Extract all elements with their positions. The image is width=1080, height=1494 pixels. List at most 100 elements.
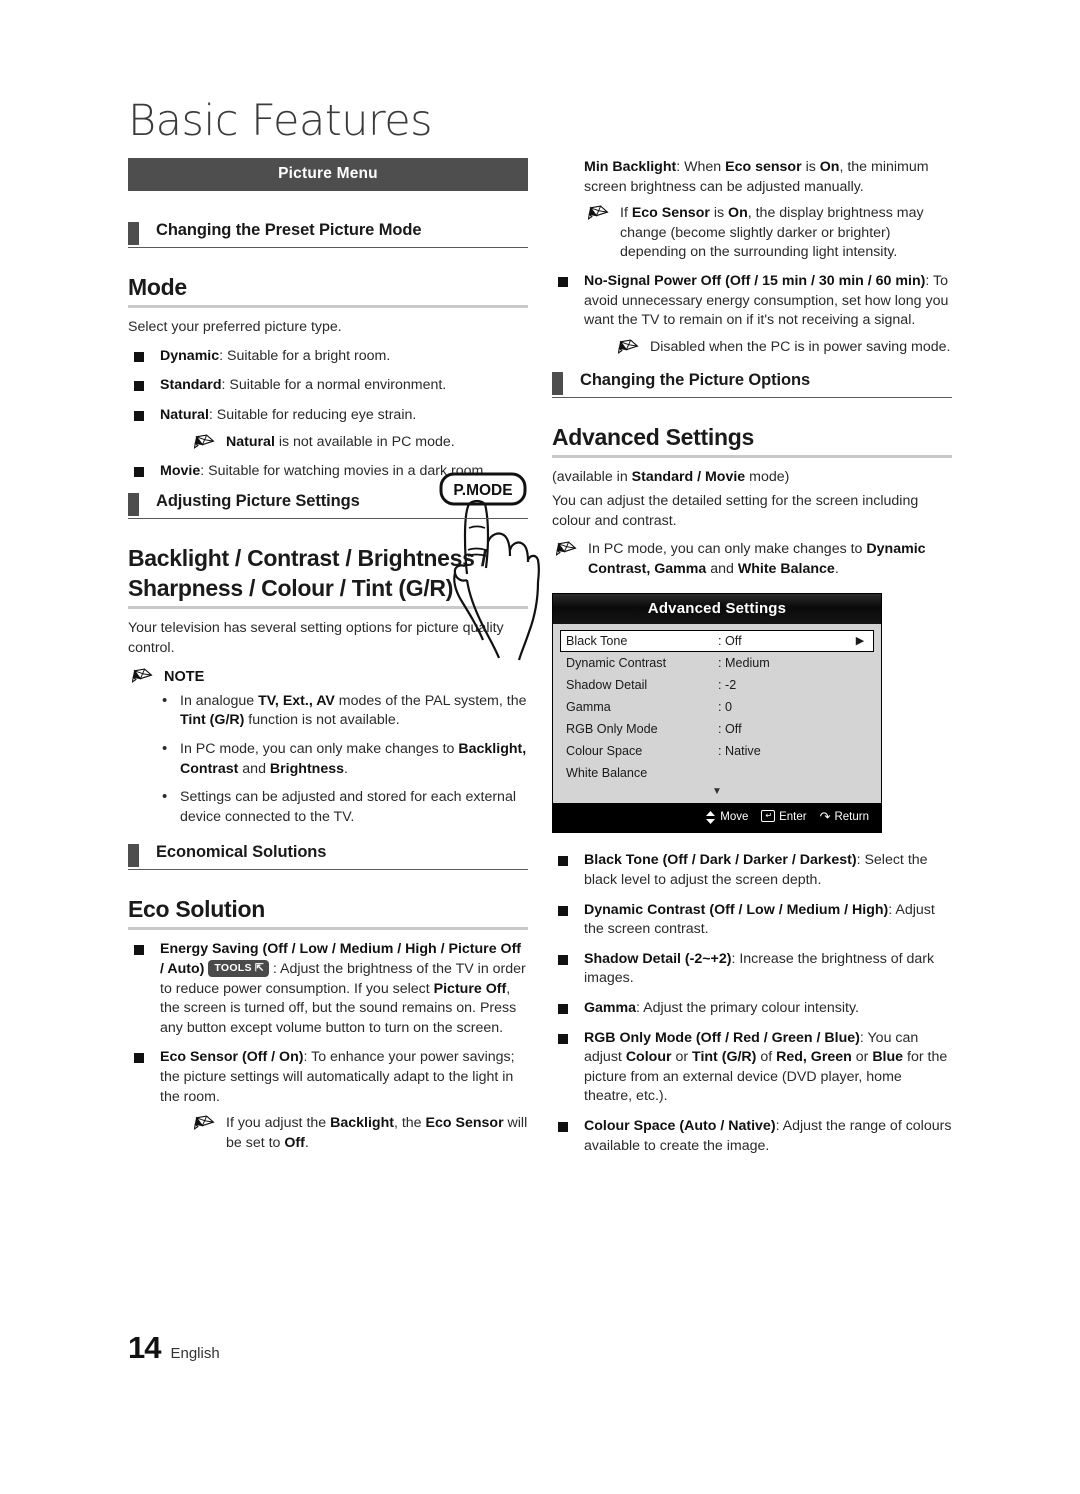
heading-advanced-settings: Advanced Settings bbox=[552, 424, 754, 451]
chevron-right-icon: ▶ bbox=[855, 634, 865, 647]
tools-badge-label: TOOLS bbox=[214, 962, 252, 974]
note-eco-sensor-text: If you adjust the Backlight, the Eco Sen… bbox=[226, 1115, 528, 1151]
list-item: Eco Sensor (Off / On): To enhance your p… bbox=[128, 1048, 528, 1153]
section-heading-economical-solutions: Economical Solutions bbox=[128, 843, 528, 871]
osd-row-label: Shadow Detail bbox=[566, 678, 648, 693]
list-item: Dynamic: Suitable for a bright room. bbox=[128, 347, 528, 367]
osd-footer-enter-label: Enter bbox=[779, 811, 807, 824]
note-no-signal: Disabled when the PC is in power saving … bbox=[614, 338, 952, 358]
term-colour-space: Colour Space (Auto / Native) bbox=[584, 1117, 776, 1134]
note-eco-sensor-brightness: If Eco Sensor is On, the display brightn… bbox=[584, 204, 952, 263]
osd-footer-move: Move bbox=[705, 810, 749, 824]
list-item: No-Signal Power Off (Off / 15 min / 30 m… bbox=[552, 272, 952, 357]
osd-row-value: : Native bbox=[718, 744, 761, 759]
note-natural-pc: Natural is not available in PC mode. bbox=[190, 433, 528, 453]
osd-row-label: Dynamic Contrast bbox=[566, 656, 667, 671]
manual-page: Basic Features Picture Menu Changing the… bbox=[0, 0, 1080, 1494]
advanced-options-list: Black Tone (Off / Dark / Darker / Darkes… bbox=[552, 851, 952, 1156]
osd-advanced-settings-menu: Advanced Settings Black Tone : Off ▶ Dyn… bbox=[552, 593, 882, 834]
osd-row[interactable]: Dynamic Contrast : Medium bbox=[560, 652, 874, 674]
section-heading-label: Changing the Picture Options bbox=[580, 371, 811, 390]
pencil-icon bbox=[588, 205, 609, 221]
list-item: Dynamic Contrast (Off / Low / Medium / H… bbox=[552, 901, 952, 940]
desc-natural: : Suitable for reducing eye strain. bbox=[208, 406, 417, 423]
osd-title: Advanced Settings bbox=[553, 594, 881, 625]
note-no-signal-text: Disabled when the PC is in power saving … bbox=[650, 338, 951, 355]
return-arrow-icon: ↷ bbox=[819, 809, 831, 825]
osd-row-value: : -2 bbox=[718, 678, 737, 693]
list-item: Colour Space (Auto / Native): Adjust the… bbox=[552, 1117, 952, 1156]
page-title: Basic Features bbox=[128, 96, 433, 146]
term-dynamic: Dynamic bbox=[160, 347, 220, 364]
osd-row[interactable]: Shadow Detail : -2 bbox=[560, 674, 874, 696]
pencil-icon bbox=[618, 339, 639, 354]
osd-row[interactable]: Black Tone : Off ▶ bbox=[560, 630, 874, 653]
page-language: English bbox=[170, 1345, 220, 1362]
term-rgb-only-mode: RGB Only Mode (Off / Red / Green / Blue) bbox=[584, 1029, 860, 1046]
section-tab-marker bbox=[552, 372, 563, 396]
section-tab-marker bbox=[128, 844, 139, 868]
term-movie: Movie bbox=[160, 463, 201, 480]
term-min-backlight: Min Backlight bbox=[584, 159, 677, 175]
osd-footer-return: ↷ Return bbox=[820, 809, 869, 825]
heading-rule bbox=[128, 305, 528, 309]
osd-row-label: RGB Only Mode bbox=[566, 722, 658, 737]
heading-rule bbox=[552, 455, 952, 459]
note-eco-sensor: If you adjust the Backlight, the Eco Sen… bbox=[190, 1114, 528, 1153]
section-heading-changing-preset-picture-mode: Changing the Preset Picture Mode bbox=[128, 221, 528, 248]
term-eco-sensor: Eco Sensor (Off / On) bbox=[160, 1049, 304, 1066]
osd-row[interactable]: RGB Only Mode : Off bbox=[560, 718, 874, 740]
list-item: In PC mode, you can only make changes to… bbox=[154, 739, 528, 779]
term-black-tone: Black Tone (Off / Dark / Darker / Darkes… bbox=[584, 852, 857, 869]
desc-standard: : Suitable for a normal environment. bbox=[221, 377, 447, 394]
desc-dynamic: : Suitable for a bright room. bbox=[219, 347, 391, 364]
pencil-icon bbox=[194, 433, 215, 449]
term-gamma: Gamma bbox=[584, 1000, 637, 1016]
osd-row-label: Colour Space bbox=[566, 744, 643, 759]
osd-row[interactable]: White Balance bbox=[560, 762, 874, 784]
osd-footer-enter: ↵ Enter bbox=[761, 810, 807, 824]
osd-scroll-down-icon[interactable]: ▼ bbox=[560, 784, 874, 801]
list-item: Gamma: Adjust the primary colour intensi… bbox=[552, 999, 952, 1019]
section-heading-label: Changing the Preset Picture Mode bbox=[156, 221, 422, 239]
term-natural: Natural bbox=[160, 406, 209, 423]
right-column: Min Backlight: When Eco sensor is On, th… bbox=[552, 158, 952, 1166]
heading-rule bbox=[128, 927, 528, 931]
pencil-icon bbox=[556, 541, 577, 557]
list-item: Black Tone (Off / Dark / Darker / Darkes… bbox=[552, 851, 952, 890]
mode-intro: Select your preferred picture type. bbox=[128, 319, 342, 336]
term-dynamic-contrast: Dynamic Contrast (Off / Low / Medium / H… bbox=[584, 901, 889, 918]
osd-row-value: : Off bbox=[718, 634, 742, 649]
osd-row-label: White Balance bbox=[566, 766, 648, 781]
note-label: NOTE bbox=[164, 669, 205, 686]
section-heading-label: Economical Solutions bbox=[156, 843, 327, 862]
list-item: Natural: Suitable for reducing eye strai… bbox=[128, 406, 528, 452]
note-bullet-wrap: In analogue TV, Ext., AV modes of the PA… bbox=[154, 691, 528, 828]
osd-row-label: Gamma bbox=[566, 700, 611, 715]
osd-row-label: Black Tone bbox=[566, 634, 628, 649]
picture-menu-banner: Picture Menu bbox=[128, 158, 528, 191]
osd-row[interactable]: Colour Space : Native bbox=[560, 740, 874, 762]
section-heading-label: Adjusting Picture Settings bbox=[156, 491, 360, 510]
heading-mode: Mode bbox=[128, 274, 187, 300]
list-item: Shadow Detail (-2~+2): Increase the brig… bbox=[552, 950, 952, 989]
term-shadow-detail: Shadow Detail (-2~+2) bbox=[584, 950, 732, 967]
osd-row-value: : 0 bbox=[718, 700, 733, 715]
term-standard: Standard bbox=[160, 377, 222, 394]
osd-row[interactable]: Gamma : 0 bbox=[560, 696, 874, 718]
no-signal-list: No-Signal Power Off (Off / 15 min / 30 m… bbox=[552, 272, 952, 357]
note-natural-text: is not available in PC mode. bbox=[274, 433, 455, 450]
advanced-intro: You can adjust the detailed setting for … bbox=[552, 493, 919, 529]
note-heading: NOTE bbox=[128, 667, 528, 688]
picture-mode-list: Dynamic: Suitable for a bright room. Sta… bbox=[128, 347, 528, 482]
desc-gamma: : Adjust the primary colour intensity. bbox=[636, 1000, 859, 1016]
page-number: 14 bbox=[128, 1330, 161, 1365]
section-tab-marker bbox=[128, 222, 139, 245]
osd-footer-move-label: Move bbox=[720, 811, 749, 824]
section-heading-adjusting-picture-settings: Adjusting Picture Settings bbox=[128, 492, 528, 519]
osd-row-value: : Off bbox=[718, 722, 742, 737]
note-natural-bold: Natural bbox=[226, 433, 275, 450]
pencil-icon bbox=[194, 1115, 215, 1131]
note-eco-sensor-brightness-text: If Eco Sensor is On, the display brightn… bbox=[620, 205, 924, 261]
pencil-icon bbox=[132, 668, 153, 683]
